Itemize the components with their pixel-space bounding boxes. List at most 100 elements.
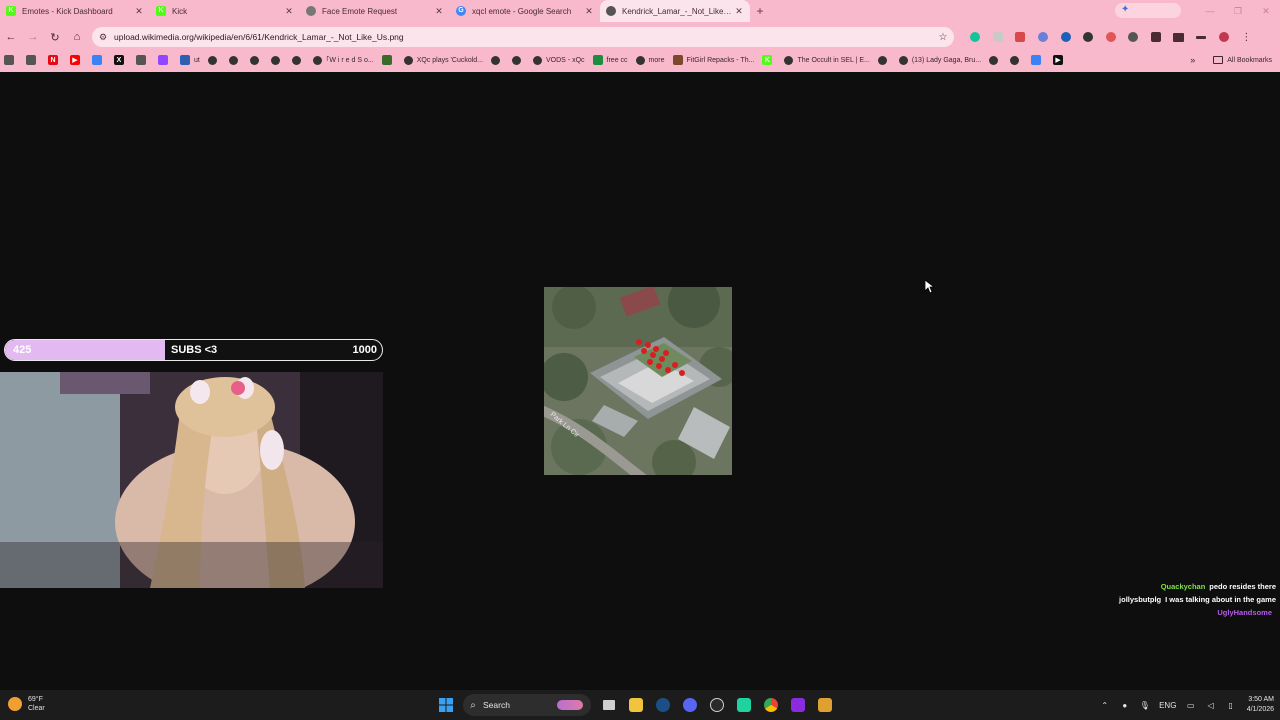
bookmark-item[interactable]: [22, 51, 40, 69]
discord-icon[interactable]: [676, 693, 703, 717]
app-icon[interactable]: [811, 693, 838, 717]
home-icon[interactable]: ⌂: [66, 31, 88, 43]
bookmark-item[interactable]: K: [758, 51, 776, 69]
all-bookmarks-link[interactable]: All Bookmarks: [1227, 57, 1272, 64]
bookmark-item[interactable]: ▶: [66, 51, 84, 69]
language-indicator[interactable]: ENG: [1155, 701, 1181, 710]
extension-icon[interactable]: [987, 26, 1010, 48]
app-icon[interactable]: [784, 693, 811, 717]
volume-icon[interactable]: ◁: [1201, 701, 1221, 710]
extension-icon[interactable]: [1054, 26, 1077, 48]
bookmark-item[interactable]: [132, 51, 150, 69]
bookmark-item[interactable]: [508, 51, 525, 69]
chrome-icon[interactable]: [757, 693, 784, 717]
extensions-puzzle-icon[interactable]: [1145, 26, 1168, 48]
chevron-double-right-icon[interactable]: »: [1190, 55, 1195, 65]
close-tab-icon[interactable]: ✕: [734, 6, 744, 17]
extension-icon[interactable]: [1032, 26, 1055, 48]
steam-icon[interactable]: [649, 693, 676, 717]
bookmark-item[interactable]: [225, 51, 242, 69]
avatar[interactable]: [1213, 26, 1236, 48]
chevron-up-icon[interactable]: ⌃: [1095, 701, 1115, 710]
clock[interactable]: 3:50 AM 4/1/2026: [1247, 695, 1274, 715]
extension-icon[interactable]: [1009, 26, 1032, 48]
window-controls: — ❐ ✕: [1196, 0, 1280, 22]
reload-icon[interactable]: ↻: [44, 31, 66, 44]
maximize-icon[interactable]: ❐: [1224, 6, 1252, 17]
tray-app-icon[interactable]: ●: [1115, 701, 1135, 710]
album-cover-image[interactable]: Park Ln Cir: [544, 287, 732, 475]
bookmark-item[interactable]: FitGirl Repacks - Th...: [669, 51, 754, 69]
bookmark-item[interactable]: [267, 51, 284, 69]
bookmark-item[interactable]: [1006, 51, 1023, 69]
bookmark-item[interactable]: The Occult in SEL | E...: [780, 51, 870, 69]
kick-icon: K: [6, 6, 16, 16]
browser-tab[interactable]: K Emotes - Kick Dashboard ✕: [0, 0, 150, 22]
close-tab-icon[interactable]: ✕: [134, 6, 144, 17]
taskbar-search[interactable]: ⌕ Search: [463, 694, 591, 716]
grammarly-icon[interactable]: [964, 26, 987, 48]
menu-kebab-icon[interactable]: ⋮: [1235, 26, 1258, 48]
microphone-icon[interactable]: 🎙: [1135, 701, 1155, 710]
bookmark-icon: [26, 55, 36, 65]
browser-tab[interactable]: Face Emote Request ✕: [300, 0, 450, 22]
globe-icon: [1010, 55, 1020, 65]
bookmark-item[interactable]: [204, 51, 221, 69]
weather-widget[interactable]: 69°F Clear: [8, 695, 45, 713]
browser-tab[interactable]: K Kick ✕: [150, 0, 300, 22]
extension-icon[interactable]: [1122, 26, 1145, 48]
file-explorer-icon[interactable]: [622, 693, 649, 717]
bookmark-item[interactable]: N: [44, 51, 62, 69]
close-tab-icon[interactable]: ✕: [284, 6, 294, 17]
bookmark-item[interactable]: [1027, 51, 1045, 69]
bookmark-item[interactable]: [88, 51, 106, 69]
windows-start-icon[interactable]: [432, 693, 459, 717]
globe-icon: [228, 55, 238, 65]
close-tab-icon[interactable]: ✕: [584, 6, 594, 17]
bookmark-item[interactable]: XQc plays 'Cuckold...: [400, 51, 483, 69]
bookmark-label: more: [648, 56, 665, 64]
bookmark-star-icon[interactable]: ☆: [932, 32, 954, 43]
obs-icon[interactable]: [703, 693, 730, 717]
bookmark-item[interactable]: free cc: [589, 51, 628, 69]
minimize-icon[interactable]: —: [1196, 6, 1224, 16]
battery-icon[interactable]: ▯: [1221, 701, 1241, 710]
browser-tab[interactable]: Kendrick_Lamar_-_Not_Like_Us... ✕: [600, 0, 750, 22]
taskbar: 69°F Clear ⌕ Search ⌃ ● 🎙 ENG ▭ ◁ ▯ 3:50…: [0, 690, 1280, 720]
bookmark-item[interactable]: [246, 51, 263, 69]
gemini-button[interactable]: ✦: [1115, 3, 1181, 18]
forward-icon[interactable]: →: [22, 31, 44, 43]
extension-icon[interactable]: [1077, 26, 1100, 48]
bookmark-item[interactable]: ▶: [1049, 51, 1067, 69]
task-view-icon[interactable]: [595, 693, 622, 717]
media-icon[interactable]: [1190, 26, 1213, 48]
close-window-icon[interactable]: ✕: [1252, 6, 1280, 17]
bookmark-item[interactable]: ｢W i r e d S o...: [309, 51, 374, 69]
bookmark-item[interactable]: [288, 51, 305, 69]
bookmark-item[interactable]: VODS - xQc: [529, 51, 585, 69]
bookmark-item[interactable]: X: [110, 51, 128, 69]
extension-icon[interactable]: [1100, 26, 1123, 48]
bookmark-item[interactable]: [985, 51, 1002, 69]
site-info-icon[interactable]: ⚙: [92, 32, 114, 43]
globe-icon: [989, 55, 999, 65]
app-icon[interactable]: [730, 693, 757, 717]
bookmark-item[interactable]: [874, 51, 891, 69]
bookmark-item[interactable]: more: [632, 51, 665, 69]
bookmark-item[interactable]: [487, 51, 504, 69]
bookmark-item[interactable]: ut: [176, 51, 200, 69]
bookmark-item[interactable]: [0, 51, 18, 69]
network-icon[interactable]: ▭: [1181, 701, 1201, 710]
back-icon[interactable]: ←: [0, 31, 22, 43]
browser-tab[interactable]: Gxqcl emote - Google Search ✕: [450, 0, 600, 22]
bookmark-item[interactable]: [378, 51, 396, 69]
bookmark-item[interactable]: (13) Lady Gaga, Bru...: [895, 51, 981, 69]
tab-title: Kendrick_Lamar_-_Not_Like_Us...: [622, 6, 734, 16]
close-tab-icon[interactable]: ✕: [434, 6, 444, 17]
chat-message: jollysbutplg I was talking about in the g…: [1080, 593, 1276, 606]
new-tab-icon[interactable]: +: [750, 4, 770, 18]
address-bar[interactable]: ⚙ upload.wikimedia.org/wikipedia/en/6/61…: [92, 27, 954, 47]
bookmark-item[interactable]: [154, 51, 172, 69]
url-text[interactable]: upload.wikimedia.org/wikipedia/en/6/61/K…: [114, 32, 932, 42]
side-panel-icon[interactable]: [1167, 26, 1190, 48]
